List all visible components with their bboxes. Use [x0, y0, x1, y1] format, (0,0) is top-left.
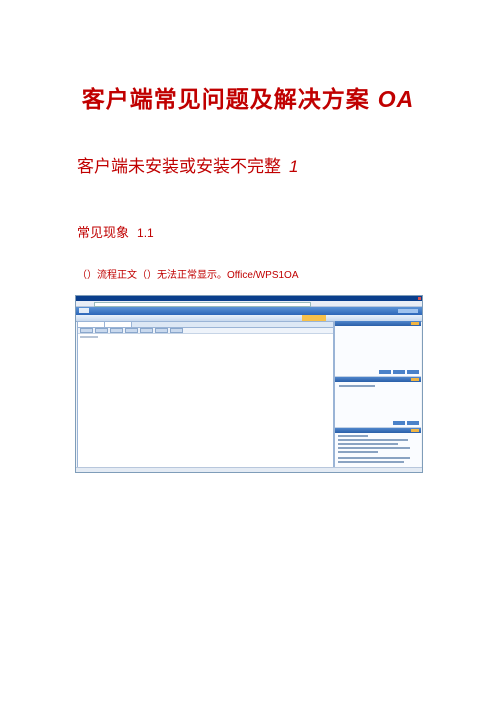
browser-status-bar [76, 467, 422, 472]
panel-text-line [338, 457, 410, 459]
doc-tab [105, 322, 132, 327]
panel-action-button [407, 370, 419, 374]
panel-body [335, 382, 421, 428]
doc-text-line [80, 336, 98, 338]
panel-body [335, 326, 421, 377]
toolbar-button [95, 328, 108, 333]
toolbar-button [80, 328, 93, 333]
toolbar-button [140, 328, 153, 333]
panel-button [411, 378, 419, 381]
side-panel-2 [335, 377, 421, 428]
side-panels [334, 321, 421, 469]
panel-action-button [407, 421, 419, 425]
body-text-en: Office/WPS1OA [227, 270, 299, 281]
toolbar-button [125, 328, 138, 333]
panel-text-line [338, 435, 368, 437]
panel-body [335, 433, 421, 469]
oa-logo [79, 308, 89, 313]
document-area [77, 321, 334, 470]
panel-text-line [339, 385, 375, 387]
oa-client-screenshot [75, 295, 423, 473]
toolbar-button [110, 328, 123, 333]
oa-banner [76, 307, 422, 315]
panel-text-line [338, 447, 410, 449]
panel-text-line [338, 439, 408, 441]
panel-actions [393, 421, 419, 425]
title-suffix: OA [377, 86, 415, 112]
panel-button [411, 322, 419, 325]
section-heading: 客户端未安装或安装不完整 1 [77, 152, 298, 177]
doc-tab [78, 322, 105, 327]
panel-text-line [338, 443, 398, 445]
subsection-heading: 常见现象 1.1 [77, 222, 154, 241]
side-panel-3 [335, 428, 421, 469]
body-text-cn: （）流程正文（）无法正常显示。 [77, 270, 227, 281]
subsection-title: 常见现象 [77, 226, 130, 241]
section-number: 1 [289, 157, 299, 176]
panel-text-line [338, 451, 378, 453]
panel-action-button [393, 421, 405, 425]
banner-user-area [398, 309, 418, 313]
body-paragraph: （）流程正文（）无法正常显示。Office/WPS1OA [77, 266, 299, 281]
panel-action-button [379, 370, 391, 374]
panel-text-line [338, 461, 404, 463]
panel-button [411, 429, 419, 432]
close-icon [418, 297, 421, 300]
toolbar-button [155, 328, 168, 333]
document-title: 客户端常见问题及解决方案 OA [0, 80, 496, 114]
title-main: 客户端常见问题及解决方案 [81, 87, 370, 113]
panel-actions [379, 370, 419, 374]
panel-action-button [393, 370, 405, 374]
toolbar-button [170, 328, 183, 333]
blank-document-body [78, 334, 333, 469]
subsection-number: 1.1 [137, 226, 154, 240]
side-panel-1 [335, 321, 421, 377]
section-title: 客户端未安装或安装不完整 [77, 157, 281, 177]
